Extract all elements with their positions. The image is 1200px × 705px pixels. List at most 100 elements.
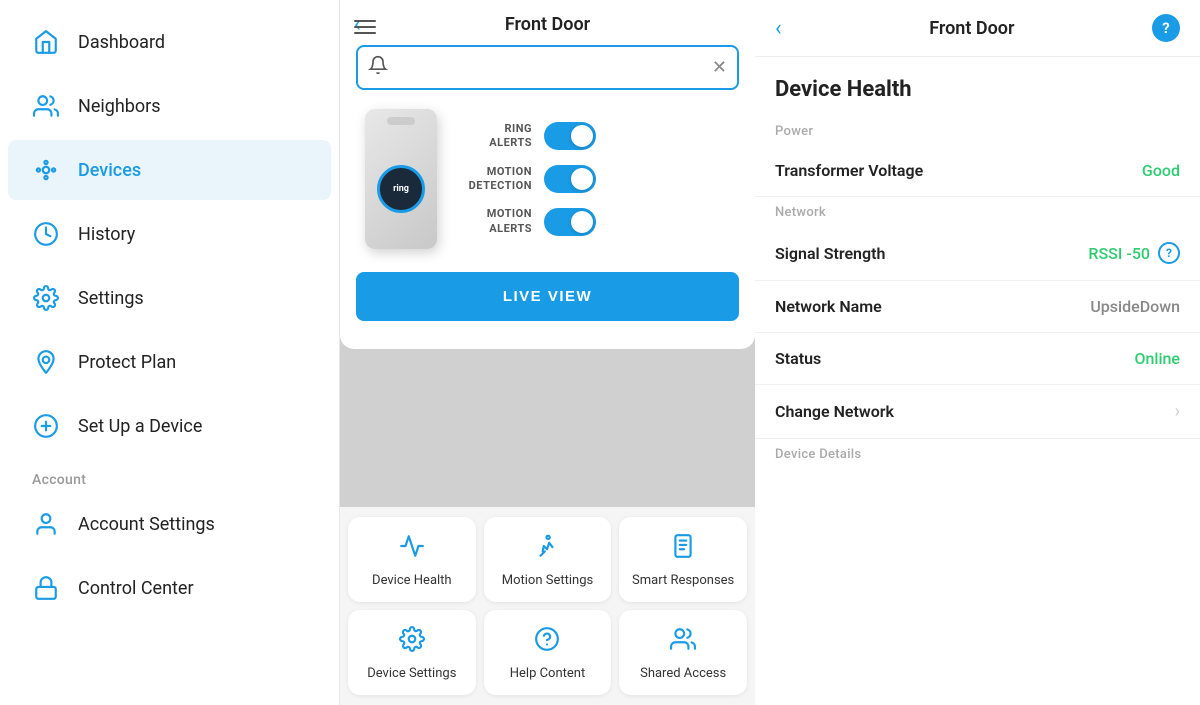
device-details-sub-label: Device Details [755,439,1200,468]
grid-item-motion-settings[interactable]: Motion Settings [484,517,612,602]
device-top [387,117,415,125]
grid-item-label: Shared Access [640,666,726,683]
grid-item-shared-access[interactable]: Shared Access [619,610,747,695]
sidebar-item-label: Devices [78,160,141,181]
right-section-title: Device Health [755,57,1200,116]
sidebar-item-label: Set Up a Device [78,416,202,437]
grid-item-smart-responses[interactable]: Smart Responses [619,517,747,602]
motion-alerts-toggle-row: MOTIONALERTS [462,207,596,236]
grid-item-label: Help Content [510,666,586,683]
network-name-row: Network Name UpsideDown [755,281,1200,333]
smart-responses-icon [670,533,696,565]
device-image: ring [365,109,437,249]
shared-access-icon [670,626,696,658]
ring-alerts-label: RING ALERTS [462,122,532,151]
sidebar-item-label: Settings [78,288,144,309]
clear-icon[interactable]: ✕ [712,57,727,78]
grid-item-label: Smart Responses [632,573,734,590]
bottom-grid: Device Health Motion Settings Smart Resp… [348,517,747,695]
signal-strength-value: RSSI -50 [1088,244,1150,263]
middle-panel: Vid... Sec... Sug... Rin... ‹ Front Door… [340,0,755,705]
live-view-button[interactable]: LIVE VIEW [356,272,739,321]
activity-icon [399,533,425,565]
sidebar-item-label: History [78,224,135,245]
sidebar-item-history[interactable]: History [8,204,331,264]
sidebar-item-label: Control Center [78,578,194,599]
grid-item-device-health[interactable]: Device Health [348,517,476,602]
change-network-label: Change Network [775,402,1167,421]
ring-logo: ring [393,184,409,194]
bottom-grid-area: Device Health Motion Settings Smart Resp… [340,507,755,705]
settings-icon [32,284,60,312]
sidebar-item-label: Neighbors [78,96,161,117]
grid-item-device-settings[interactable]: Device Settings [348,610,476,695]
motion-detection-toggle-row: MOTIONDETECTION [462,165,596,194]
control-center-icon [32,574,60,602]
devices-icon [32,156,60,184]
help-icon [534,626,560,658]
run-icon [534,533,560,565]
search-input[interactable] [396,59,712,77]
change-network-row[interactable]: Change Network › [755,385,1200,439]
sidebar-item-set-up-device[interactable]: Set Up a Device [8,396,331,456]
toggles-column: RING ALERTS MOTIONDETECTION MOTIONALERTS [462,122,596,236]
sidebar-item-settings[interactable]: Settings [8,268,331,328]
right-panel-title: Front Door [792,18,1152,39]
transformer-voltage-label: Transformer Voltage [775,161,1142,180]
network-name-value: UpsideDown [1090,297,1180,316]
hamburger-line [354,20,376,22]
signal-strength-label: Signal Strength [775,244,1088,263]
status-row: Status Online [755,333,1200,385]
sidebar-item-control-center[interactable]: Control Center [8,558,331,618]
history-icon [32,220,60,248]
bell-icon [368,55,388,80]
device-image-wrap: ring [356,104,446,254]
device-camera-ring: ring [377,165,425,213]
ring-alerts-toggle[interactable] [544,122,596,150]
device-card: ‹ Front Door ✕ ring [340,0,755,349]
sidebar-item-protect-plan[interactable]: Protect Plan [8,332,331,392]
sidebar-item-neighbors[interactable]: Neighbors [8,76,331,136]
ring-alerts-toggle-row: RING ALERTS [462,122,596,151]
network-name-label: Network Name [775,297,1090,316]
motion-alerts-label: MOTIONALERTS [462,207,532,236]
hamburger-menu[interactable] [354,20,376,34]
grid-item-label: Device Health [372,573,452,590]
chevron-right-icon: › [1175,401,1180,422]
signal-strength-row: Signal Strength RSSI -50 ? [755,226,1200,281]
account-settings-icon [32,510,60,538]
motion-detection-label: MOTIONDETECTION [462,165,532,194]
hamburger-line [354,32,376,34]
network-sub-label: Network [755,197,1200,226]
neighbors-icon [32,92,60,120]
motion-detection-toggle[interactable] [544,165,596,193]
transformer-voltage-value: Good [1142,161,1180,180]
sidebar-item-dashboard[interactable]: Dashboard [8,12,331,72]
grid-item-help-content[interactable]: Help Content [484,610,612,695]
power-sub-label: Power [755,116,1200,145]
status-label: Status [775,349,1134,368]
sidebar-item-label: Protect Plan [78,352,176,373]
sidebar-item-devices[interactable]: Devices [8,140,331,200]
device-card-header: ‹ Front Door [340,0,755,45]
right-help-button[interactable]: ? [1152,14,1180,42]
sidebar-item-account-settings[interactable]: Account Settings [8,494,331,554]
account-section-label: Account [0,458,339,492]
sidebar-item-label: Account Settings [78,514,215,535]
motion-alerts-toggle[interactable] [544,208,596,236]
gear-icon [399,626,425,658]
protect-plan-icon [32,348,60,376]
right-back-button[interactable]: ‹ [775,16,782,41]
grid-item-label: Motion Settings [502,573,593,590]
device-row: ring RING ALERTS MOTIONDETECTION MOTIONA… [340,104,755,264]
device-card-title: Front Door [505,14,590,35]
signal-strength-help-button[interactable]: ? [1158,242,1180,264]
sidebar-item-label: Dashboard [78,32,165,53]
sidebar: Dashboard Neighbors Devices History [0,0,340,705]
search-bar[interactable]: ✕ [356,45,739,90]
status-value: Online [1134,349,1180,368]
right-panel-header: ‹ Front Door ? [755,0,1200,57]
add-device-icon [32,412,60,440]
home-icon [32,28,60,56]
transformer-voltage-row: Transformer Voltage Good [755,145,1200,197]
